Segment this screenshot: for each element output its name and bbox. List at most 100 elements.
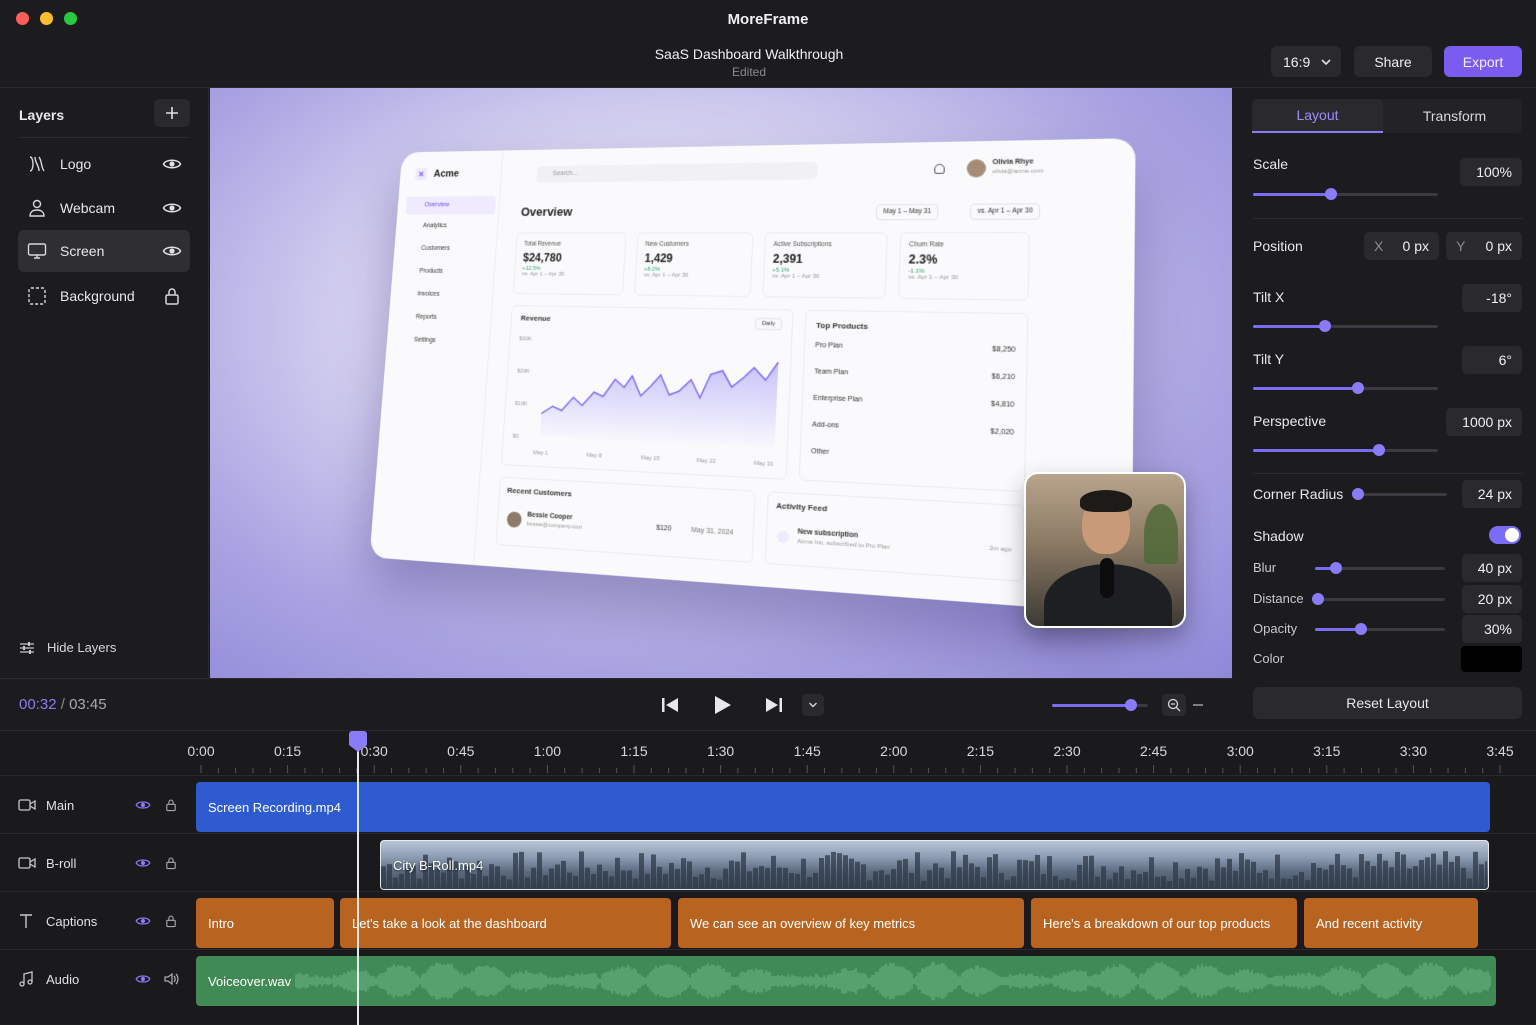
scale-slider-knob[interactable] bbox=[1325, 188, 1337, 200]
perspective-slider-knob[interactable] bbox=[1373, 444, 1385, 456]
customer-email: bessie@company.com bbox=[527, 521, 583, 531]
tilt-x-input[interactable]: -18° bbox=[1462, 284, 1522, 312]
preview-canvas[interactable]: ✕ Acme Overview Analytics Customers Prod… bbox=[210, 88, 1232, 678]
revenue-y-tick: $20K bbox=[517, 369, 530, 375]
dashed-square-icon bbox=[26, 285, 48, 307]
aspect-ratio-select[interactable]: 16:9 bbox=[1271, 46, 1341, 77]
position-y-input[interactable]: Y 0 px bbox=[1446, 232, 1522, 260]
position-x-value: 0 px bbox=[1403, 238, 1429, 254]
position-x-input[interactable]: X 0 px bbox=[1364, 232, 1439, 260]
shadow-color-swatch[interactable] bbox=[1461, 646, 1522, 672]
eye-icon[interactable] bbox=[135, 971, 151, 987]
blur-slider-knob[interactable] bbox=[1330, 562, 1342, 574]
track-audio: Audio Voiceover.wav bbox=[0, 949, 1536, 1007]
lock-icon[interactable] bbox=[164, 797, 178, 813]
track-main: Main Screen Recording.mp4 bbox=[0, 775, 1536, 833]
webcam-layer[interactable] bbox=[1024, 472, 1186, 628]
layer-label: Webcam bbox=[60, 200, 115, 216]
perspective-slider[interactable] bbox=[1253, 449, 1438, 452]
perspective-input[interactable]: 1000 px bbox=[1446, 408, 1522, 436]
corner-radius-slider[interactable] bbox=[1355, 493, 1447, 496]
play-icon[interactable] bbox=[711, 694, 733, 716]
tilt-x-slider[interactable] bbox=[1253, 325, 1438, 328]
eye-icon[interactable] bbox=[135, 797, 151, 813]
layer-webcam[interactable]: Webcam bbox=[18, 187, 190, 229]
eye-icon[interactable] bbox=[135, 855, 151, 871]
layer-logo[interactable]: Logo bbox=[18, 143, 190, 185]
tilt-y-slider-knob[interactable] bbox=[1352, 382, 1364, 394]
eye-icon[interactable] bbox=[162, 241, 182, 261]
eye-icon[interactable] bbox=[162, 154, 182, 174]
distance-slider[interactable] bbox=[1315, 598, 1445, 601]
clip-screen-recording[interactable]: Screen Recording.mp4 bbox=[196, 782, 1490, 832]
revenue-interval-select: Daily bbox=[755, 318, 783, 330]
corner-radius-slider-knob[interactable] bbox=[1352, 488, 1364, 500]
opacity-slider-knob[interactable] bbox=[1355, 623, 1367, 635]
tilt-y-input[interactable]: 6° bbox=[1462, 346, 1522, 374]
opacity-slider[interactable] bbox=[1315, 628, 1445, 631]
hide-layers-button[interactable]: Hide Layers bbox=[19, 640, 116, 655]
layer-background[interactable]: Background bbox=[18, 275, 190, 317]
playhead-handle[interactable] bbox=[349, 731, 367, 745]
acme-logo-icon: ✕ bbox=[415, 168, 428, 181]
clip-city-broll[interactable]: City B-Roll.mp4 bbox=[380, 840, 1489, 890]
caption-clip[interactable]: And recent activity bbox=[1304, 898, 1478, 948]
caption-clip[interactable]: Intro bbox=[196, 898, 334, 948]
tilt-y-slider[interactable] bbox=[1253, 387, 1438, 390]
person-icon bbox=[26, 197, 48, 219]
playback-options-button[interactable] bbox=[802, 694, 824, 716]
dash-date-range: May 1 – May 31 bbox=[876, 204, 939, 220]
tilt-x-slider-knob[interactable] bbox=[1319, 320, 1331, 332]
divider bbox=[1253, 218, 1523, 219]
scale-input[interactable]: 100% bbox=[1460, 158, 1522, 186]
distance-slider-knob[interactable] bbox=[1312, 593, 1324, 605]
playhead[interactable] bbox=[357, 731, 359, 1025]
eye-icon[interactable] bbox=[135, 913, 151, 929]
eye-icon[interactable] bbox=[162, 198, 182, 218]
share-button[interactable]: Share bbox=[1354, 46, 1432, 77]
caption-clip[interactable]: We can see an overview of key metrics bbox=[678, 898, 1024, 948]
reset-layout-button[interactable]: Reset Layout bbox=[1253, 687, 1522, 719]
skip-back-icon[interactable] bbox=[660, 695, 680, 715]
tilt-y-label: Tilt Y bbox=[1253, 351, 1284, 367]
opacity-input[interactable]: 30% bbox=[1462, 615, 1522, 643]
screen-layer[interactable]: ✕ Acme Overview Analytics Customers Prod… bbox=[369, 138, 1135, 614]
ruler[interactable]: 0:00 0:15 0:30 0:45 1:00 1:15 1:30 1:45 2:00 2:15… bbox=[0, 731, 1536, 775]
timeline-zoom-slider[interactable] bbox=[1052, 704, 1148, 707]
caption-clip[interactable]: Let's take a look at the dashboard bbox=[340, 898, 671, 948]
shadow-toggle[interactable] bbox=[1489, 526, 1521, 544]
distance-input[interactable]: 20 px bbox=[1462, 585, 1522, 613]
corner-radius-input[interactable]: 24 px bbox=[1462, 480, 1522, 508]
layer-screen[interactable]: Screen bbox=[18, 230, 190, 272]
speaker-icon[interactable] bbox=[163, 971, 179, 987]
layer-label: Logo bbox=[60, 156, 91, 172]
timeline[interactable]: 0:00 0:15 0:30 0:45 1:00 1:15 1:30 1:45 2:00 2:15… bbox=[0, 730, 1536, 1024]
microphone-shape bbox=[1100, 558, 1114, 598]
zoom-out-button[interactable] bbox=[1162, 694, 1186, 716]
recent-customers-card: Recent Customers Bessie Cooper bessie@co… bbox=[495, 477, 755, 563]
skip-forward-icon[interactable] bbox=[764, 695, 784, 715]
revenue-title: Revenue bbox=[520, 314, 550, 323]
lock-icon[interactable] bbox=[164, 913, 178, 929]
top-products-title: Top Products bbox=[816, 321, 1016, 334]
lock-icon[interactable] bbox=[164, 855, 178, 871]
export-button[interactable]: Export bbox=[1444, 46, 1522, 77]
clip-label: Voiceover.wav bbox=[208, 974, 291, 989]
add-layer-button[interactable] bbox=[154, 99, 190, 127]
tab-layout[interactable]: Layout bbox=[1252, 99, 1383, 133]
clip-voiceover[interactable]: Voiceover.wav bbox=[196, 956, 1496, 1006]
timeline-zoom-knob[interactable] bbox=[1125, 699, 1137, 711]
caption-clip[interactable]: Here's a breakdown of our top products bbox=[1031, 898, 1297, 948]
perspective-slider-fill bbox=[1253, 449, 1379, 452]
lock-icon[interactable] bbox=[162, 286, 182, 306]
audio-waveform bbox=[196, 956, 1496, 1006]
blur-slider[interactable] bbox=[1315, 567, 1445, 570]
kpi-card: Churn Rate 2.3% -1.1% vs. Apr 1 – Apr 30 bbox=[898, 232, 1030, 300]
blur-input[interactable]: 40 px bbox=[1462, 554, 1522, 582]
position-y-label: Y bbox=[1456, 238, 1465, 254]
scale-slider[interactable] bbox=[1253, 193, 1438, 196]
tab-transform[interactable]: Transform bbox=[1387, 99, 1522, 133]
kpi-card: Total Revenue $24,780 +12.5% vs. Apr 1 –… bbox=[513, 232, 627, 295]
product-name: Pro Plan bbox=[814, 342, 842, 369]
minus-icon[interactable] bbox=[1192, 699, 1204, 711]
